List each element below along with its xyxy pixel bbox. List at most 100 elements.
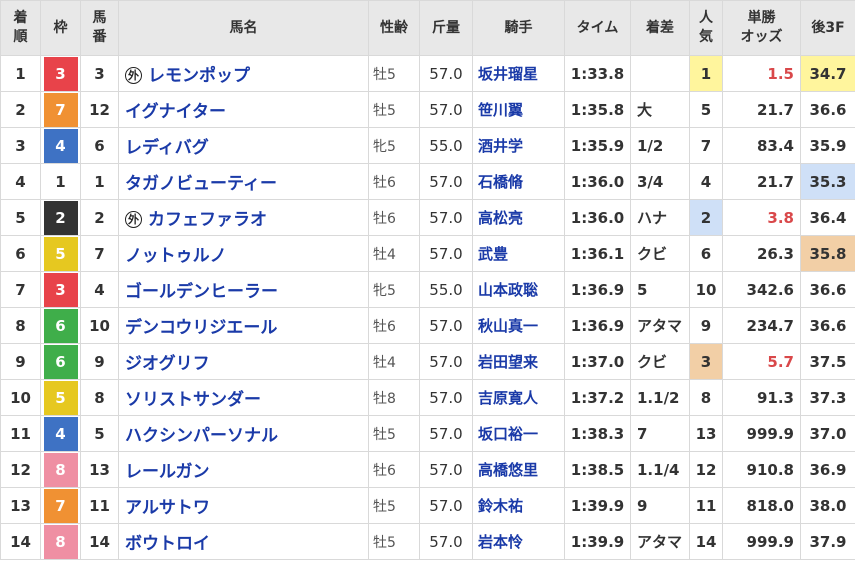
frame-cell: 6 xyxy=(40,307,81,344)
frame-number-badge: 5 xyxy=(43,380,78,415)
horse-name-link[interactable]: ジオグリフ xyxy=(125,354,210,374)
sex-age: 牡5 xyxy=(368,55,420,92)
frame-number-badge: 8 xyxy=(43,524,78,559)
horse-name-cell: ゴールデンヒーラー xyxy=(118,271,369,308)
popularity-rank: 6 xyxy=(689,235,723,272)
win-odds: 910.8 xyxy=(722,451,801,488)
finish-position: 1 xyxy=(0,55,41,92)
last-3f-time: 35.9 xyxy=(800,127,855,164)
win-odds: 91.3 xyxy=(722,379,801,416)
jockey-name-link[interactable]: 山本政聡 xyxy=(478,281,538,299)
horse-name-link[interactable]: ボウトロイ xyxy=(125,534,210,554)
foreign-horse-mark: 外 xyxy=(125,210,142,228)
horse-name-link[interactable]: ノットゥルノ xyxy=(125,246,227,266)
horse-name-link[interactable]: タガノビューティー xyxy=(125,174,277,194)
win-odds: 1.5 xyxy=(722,55,801,92)
frame-cell: 7 xyxy=(40,91,81,128)
horse-name-cell: 外レモンポップ xyxy=(118,55,369,92)
win-odds: 5.7 xyxy=(722,343,801,380)
jockey-cell: 高松亮 xyxy=(472,199,565,236)
jockey-name-link[interactable]: 坂井瑠星 xyxy=(478,65,538,83)
last-3f-time: 37.9 xyxy=(800,523,855,560)
table-row: 5 2 2 外カフェファラオ 牡6 57.0 高松亮 1:36.0 ハナ 2 3.8 36.4 xyxy=(0,199,855,236)
carried-weight: 57.0 xyxy=(419,91,473,128)
horse-name-link[interactable]: レールガン xyxy=(125,462,210,482)
carried-weight: 57.0 xyxy=(419,451,473,488)
sex-age: 牡6 xyxy=(368,199,420,236)
popularity-rank: 9 xyxy=(689,307,723,344)
frame-cell: 7 xyxy=(40,487,81,524)
win-odds: 21.7 xyxy=(722,163,801,200)
jockey-cell: 酒井学 xyxy=(472,127,565,164)
carried-weight: 57.0 xyxy=(419,343,473,380)
win-odds: 999.9 xyxy=(722,415,801,452)
last-3f-time: 36.6 xyxy=(800,91,855,128)
finish-margin: ハナ xyxy=(630,199,690,236)
win-odds: 21.7 xyxy=(722,91,801,128)
header-row: 着順 枠 馬番 馬名 性齢 斤量 騎手 タイム 着差 人気 単勝 オッズ 後3F xyxy=(0,0,855,56)
frame-cell: 2 xyxy=(40,199,81,236)
horse-name-link[interactable]: ゴールデンヒーラー xyxy=(125,282,278,302)
win-odds: 342.6 xyxy=(722,271,801,308)
popularity-rank: 3 xyxy=(689,343,723,380)
horse-name-link[interactable]: デンコウリジエール xyxy=(125,318,277,338)
popularity-rank: 10 xyxy=(689,271,723,308)
jockey-name-link[interactable]: 秋山真一 xyxy=(478,317,538,335)
finish-position: 3 xyxy=(0,127,41,164)
race-time: 1:36.9 xyxy=(564,307,631,344)
jockey-cell: 吉原寛人 xyxy=(472,379,565,416)
header-odds: 単勝 オッズ xyxy=(722,0,801,56)
table-row: 10 5 8 ソリストサンダー 牡8 57.0 吉原寛人 1:37.2 1.1/2 8 91.3 37… xyxy=(0,379,855,416)
finish-position: 13 xyxy=(0,487,41,524)
horse-number: 5 xyxy=(80,415,119,452)
race-time: 1:38.3 xyxy=(564,415,631,452)
horse-name-link[interactable]: カフェファラオ xyxy=(148,210,267,230)
sex-age: 牡5 xyxy=(368,91,420,128)
jockey-name-link[interactable]: 石橋脩 xyxy=(478,173,523,191)
results-body: 1 3 3 外レモンポップ 牡5 57.0 坂井瑠星 1:33.8 1 1.5 34.7 2 7 12 イグ… xyxy=(0,55,855,560)
race-time: 1:35.8 xyxy=(564,91,631,128)
horse-name-cell: レールガン xyxy=(118,451,369,488)
horse-name-link[interactable]: レディバグ xyxy=(125,138,209,158)
jockey-cell: 石橋脩 xyxy=(472,163,565,200)
horse-name-link[interactable]: レモンポップ xyxy=(148,66,250,86)
horse-name-link[interactable]: ハクシンパーソナル xyxy=(125,426,278,446)
table-row: 3 4 6 レディバグ 牝5 55.0 酒井学 1:35.9 1/2 7 83.4 35.9 xyxy=(0,127,855,164)
jockey-name-link[interactable]: 吉原寛人 xyxy=(478,389,538,407)
header-rank: 着順 xyxy=(0,0,41,56)
horse-name-link[interactable]: ソリストサンダー xyxy=(125,390,261,410)
jockey-name-link[interactable]: 酒井学 xyxy=(478,137,523,155)
race-time: 1:36.9 xyxy=(564,271,631,308)
win-odds: 818.0 xyxy=(722,487,801,524)
popularity-rank: 2 xyxy=(689,199,723,236)
popularity-rank: 5 xyxy=(689,91,723,128)
horse-name-link[interactable]: アルサトワ xyxy=(125,498,210,518)
jockey-name-link[interactable]: 岩田望来 xyxy=(478,353,538,371)
horse-name-cell: アルサトワ xyxy=(118,487,369,524)
race-results-table: 着順 枠 馬番 馬名 性齢 斤量 騎手 タイム 着差 人気 単勝 オッズ 後3F … xyxy=(0,0,855,560)
finish-margin: 5 xyxy=(630,271,690,308)
popularity-rank: 13 xyxy=(689,415,723,452)
last-3f-time: 38.0 xyxy=(800,487,855,524)
frame-number-badge: 7 xyxy=(43,92,78,127)
carried-weight: 55.0 xyxy=(419,271,473,308)
horse-name-cell: ハクシンパーソナル xyxy=(118,415,369,452)
table-row: 7 3 4 ゴールデンヒーラー 牝5 55.0 山本政聡 1:36.9 5 10 342.6 36.6 xyxy=(0,271,855,308)
jockey-name-link[interactable]: 笹川翼 xyxy=(478,101,523,119)
table-row: 9 6 9 ジオグリフ 牡4 57.0 岩田望来 1:37.0 クビ 3 5.7 37.5 xyxy=(0,343,855,380)
win-odds: 26.3 xyxy=(722,235,801,272)
last-3f-time: 36.9 xyxy=(800,451,855,488)
finish-margin: 7 xyxy=(630,415,690,452)
frame-cell: 6 xyxy=(40,343,81,380)
jockey-name-link[interactable]: 高松亮 xyxy=(478,209,523,227)
frame-cell: 3 xyxy=(40,271,81,308)
jockey-name-link[interactable]: 武豊 xyxy=(478,245,508,263)
horse-name-link[interactable]: イグナイター xyxy=(125,102,226,122)
jockey-cell: 秋山真一 xyxy=(472,307,565,344)
jockey-name-link[interactable]: 鈴木祐 xyxy=(478,497,523,515)
jockey-cell: 岩本怜 xyxy=(472,523,565,560)
jockey-name-link[interactable]: 高橋悠里 xyxy=(478,461,538,479)
jockey-name-link[interactable]: 岩本怜 xyxy=(478,533,523,551)
sex-age: 牝5 xyxy=(368,127,420,164)
jockey-name-link[interactable]: 坂口裕一 xyxy=(478,425,538,443)
